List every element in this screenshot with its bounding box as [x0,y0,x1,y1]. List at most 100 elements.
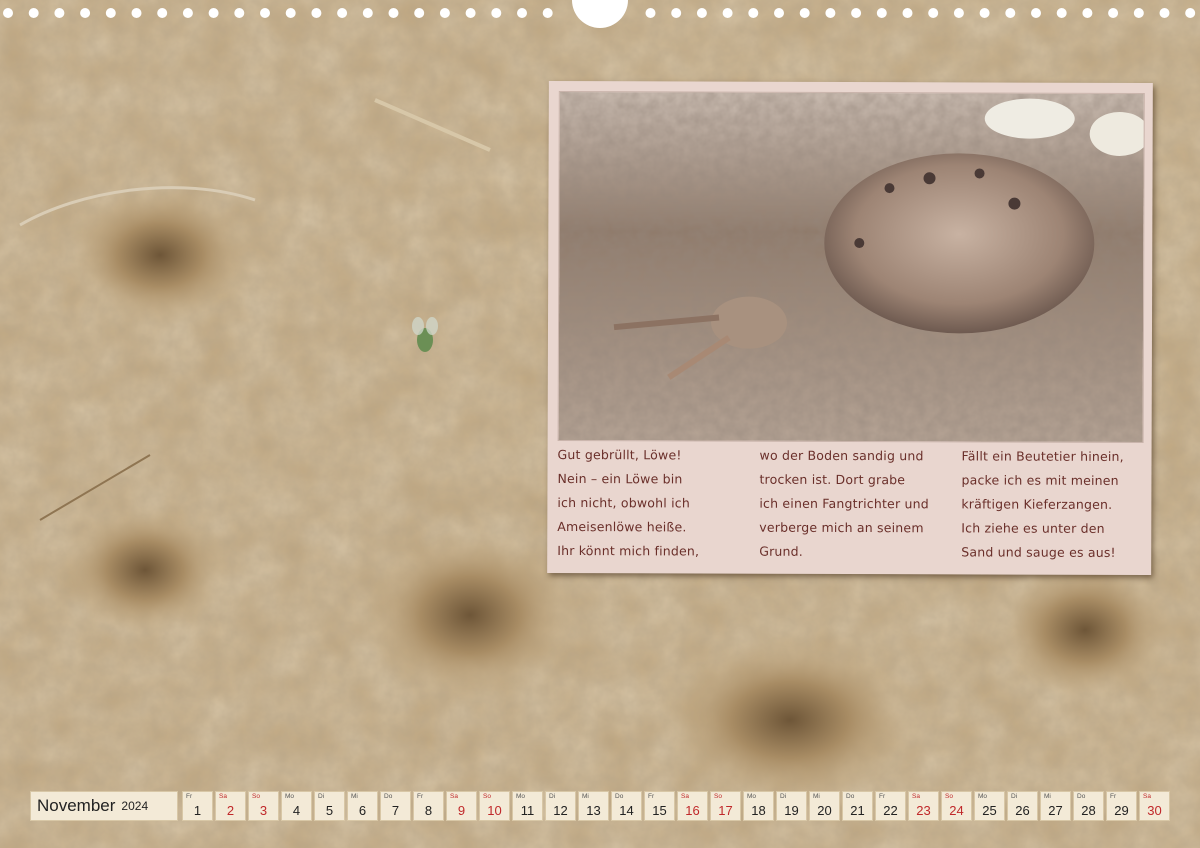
binding-hole [260,8,270,18]
day-number: 12 [553,803,568,818]
binding-hole [1108,8,1119,18]
weekday-label: Mi [1044,793,1051,800]
calendar-day: Mi 13 [578,791,609,821]
day-number: 25 [982,803,997,818]
day-number: 22 [883,803,898,818]
day-number: 7 [391,803,400,818]
binding-hole [645,8,656,18]
weekday-label: Di [1011,793,1018,800]
calendar-day: So 3 [248,791,279,821]
weekday-label: So [252,793,260,800]
binding-hole [105,8,116,18]
text-column-2: wo der Boden sandig und trocken ist. Dor… [759,447,929,559]
binding-hole [876,8,887,18]
binding-hole [362,8,373,18]
calendar-day: Fr 8 [413,791,444,821]
weekday-label: So [483,793,491,800]
weekday-label: Fr [186,793,193,800]
binding-hole [439,8,450,18]
weekday-label: Sa [912,793,920,800]
day-number: 14 [619,803,634,818]
day-number: 28 [1081,803,1096,818]
weekday-label: Di [318,793,325,800]
binding-hole [54,8,65,18]
weekday-label: Mi [582,793,589,800]
weekday-label: Mi [813,793,820,800]
binding-hole [182,8,193,18]
binding-hole [542,8,553,18]
binding-hole [337,8,348,18]
weekday-label: Do [615,793,624,800]
binding-hole [131,8,142,18]
binding-hole [722,8,733,18]
hanger-notch [572,0,628,28]
calendar-day: Sa 2 [215,791,246,821]
calendar-day: Fr 29 [1106,791,1137,821]
weekday-label: Mi [351,793,358,800]
calendar-strip: November 2024 Fr 1 Sa 2 So 3 Mo 4 Di 5 Mi 6 Do 7 Fr 8 Sa… [30,791,1172,821]
binding-hole [696,8,707,18]
month-name: November [37,796,116,815]
calendar-day: So 10 [479,791,510,821]
calendar-day: So 17 [710,791,741,821]
binding-hole [953,8,964,18]
weekday-label: Do [384,793,393,800]
weekday-label: So [714,793,722,800]
binding-hole [851,8,862,18]
calendar-day: Do 7 [380,791,411,821]
day-number: 18 [751,803,766,818]
weekday-label: Di [549,793,556,800]
weekday-label: Sa [1143,793,1151,800]
day-number: 27 [1048,803,1063,818]
calendar-day: Mo 11 [512,791,543,821]
day-number: 4 [292,803,301,818]
calendar-day: Mo 18 [743,791,774,821]
binding-hole [388,8,399,18]
day-number: 1 [193,803,202,818]
binding-hole [491,8,502,18]
binding-hole [774,8,784,18]
calendar-day: Mi 20 [809,791,840,821]
binding-hole [311,8,322,18]
weekday-label: Mo [516,793,526,800]
binding-hole [1031,8,1041,18]
weekday-label: Do [1077,793,1086,800]
binding-hole [28,8,39,18]
calendar-day: Sa 30 [1139,791,1170,821]
binding-hole [1056,8,1067,18]
text-column-1: Gut gebrüllt, Löwe! Nein – ein Löwe bin … [557,446,700,559]
calendar-month-label: November 2024 [30,791,178,821]
day-number: 15 [652,803,667,818]
day-number: 26 [1015,803,1030,818]
calendar-day: Mo 4 [281,791,312,821]
day-number: 19 [784,803,799,818]
binding-hole [799,8,810,18]
weekday-label: Sa [219,793,227,800]
calendar-day: So 24 [941,791,972,821]
calendar-day: Sa 16 [677,791,708,821]
calendar-day: Di 26 [1007,791,1038,821]
calendar-day: Do 14 [611,791,642,821]
day-number: 11 [520,803,535,818]
day-number: 30 [1147,803,1162,818]
day-number: 21 [850,803,865,818]
weekday-label: So [945,793,953,800]
binding-hole [517,8,527,18]
day-number: 5 [325,803,334,818]
binding-hole [671,8,682,18]
day-number: 24 [949,803,964,818]
binding-hole [748,8,759,18]
binding-hole [928,8,939,18]
day-number: 2 [226,803,235,818]
calendar-day: Mi 27 [1040,791,1071,821]
binding-hole [414,8,425,18]
binding-hole [979,8,990,18]
day-number: 10 [487,803,502,818]
binding-hole [3,8,13,18]
binding-hole [902,8,913,18]
binding-hole [157,8,168,18]
calendar-day: Do 21 [842,791,873,821]
day-number: 17 [718,803,733,818]
day-number: 23 [916,803,931,818]
binding-holes [3,0,1196,28]
